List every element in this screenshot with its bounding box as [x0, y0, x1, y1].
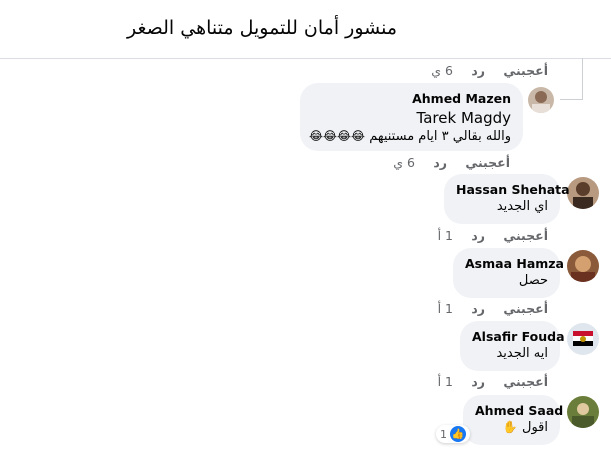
- comment-author[interactable]: Asmaa Hamza: [465, 256, 564, 271]
- comment-text: والله بقالي ٣ ايام مستنيهم 😂😂😂😂: [308, 129, 511, 144]
- avatar-image: [567, 396, 599, 428]
- timestamp[interactable]: 1 أ: [438, 301, 453, 316]
- comment-bubble: Ahmed Mazen Tarek Magdy والله بقالي ٣ اي…: [300, 83, 523, 151]
- comment-actions: أعجبني رد 1 أ: [438, 301, 548, 316]
- comment-text: اقول ✋: [475, 420, 548, 435]
- comment-actions: أعجبني رد 6 ي: [393, 155, 510, 170]
- like-button[interactable]: أعجبني: [503, 374, 548, 389]
- laughing-emoji-icon: 😂😂😂😂: [308, 129, 366, 143]
- comment-actions: أعجبني رد 1 أ: [438, 228, 548, 243]
- comment-text: حصل: [518, 273, 548, 288]
- reply-button[interactable]: رد: [471, 374, 485, 389]
- reply-button[interactable]: رد: [471, 228, 485, 243]
- comment-author[interactable]: Alsafir Fouda: [472, 329, 565, 344]
- avatar[interactable]: [528, 87, 554, 113]
- like-button[interactable]: أعجبني: [503, 63, 548, 78]
- mention-tag[interactable]: Tarek Magdy: [312, 109, 511, 127]
- comment-author[interactable]: Ahmed Saad: [475, 403, 563, 418]
- comment-text-body: اقول: [522, 420, 548, 435]
- avatar[interactable]: [567, 177, 599, 209]
- comment-actions: أعجبني رد 1 أ: [438, 374, 548, 389]
- timestamp[interactable]: 1 أ: [438, 374, 453, 389]
- comment-bubble: Ahmed Saad اقول ✋: [463, 395, 563, 445]
- post-title: منشور أمان للتمويل متناهي الصغر: [127, 17, 397, 39]
- like-button[interactable]: أعجبني: [503, 301, 548, 316]
- comment-text: اي الجديد: [496, 199, 548, 214]
- comment-text-body: والله بقالي ٣ ايام مستنيهم: [369, 129, 511, 144]
- thread-connector-branch: [560, 99, 583, 100]
- comment-bubble: Hassan Shehata اي الجديد: [444, 174, 570, 224]
- reply-button[interactable]: رد: [471, 63, 485, 78]
- reaction-badge[interactable]: 1 👍: [436, 425, 470, 443]
- raised-hand-emoji-icon: ✋: [502, 420, 518, 434]
- post-header: منشور أمان للتمويل متناهي الصغر: [0, 0, 611, 59]
- reaction-count: 1: [440, 427, 447, 441]
- comment-author[interactable]: Ahmed Mazen: [312, 91, 511, 106]
- thread-connector: [582, 58, 583, 100]
- timestamp[interactable]: 1 أ: [438, 228, 453, 243]
- like-button[interactable]: أعجبني: [503, 228, 548, 243]
- reply-button[interactable]: رد: [471, 301, 485, 316]
- like-button[interactable]: أعجبني: [465, 155, 510, 170]
- avatar[interactable]: [567, 323, 599, 355]
- comment-author[interactable]: Hassan Shehata: [456, 182, 570, 197]
- avatar[interactable]: [567, 396, 599, 428]
- timestamp[interactable]: 6 ي: [393, 155, 415, 170]
- reply-button[interactable]: رد: [433, 155, 447, 170]
- avatar-image: [567, 323, 599, 355]
- avatar-image: [567, 177, 599, 209]
- timestamp[interactable]: 6 ي: [431, 63, 453, 78]
- avatar-image: [567, 250, 599, 282]
- comment-bubble: Alsafir Fouda ايه الجديد: [460, 321, 565, 371]
- comment-actions: أعجبني رد 6 ي: [431, 63, 548, 78]
- thumbs-up-icon: 👍: [450, 426, 466, 442]
- comment-bubble: Asmaa Hamza حصل: [453, 248, 564, 298]
- comment-text: ايه الجديد: [496, 346, 548, 361]
- avatar[interactable]: [567, 250, 599, 282]
- avatar-image: [528, 87, 554, 113]
